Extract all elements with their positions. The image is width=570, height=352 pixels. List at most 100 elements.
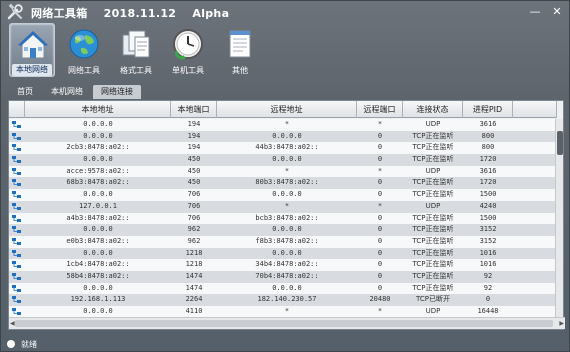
cell-pid: 1016 — [479, 260, 497, 269]
tab-network-connections[interactable]: 网络连接 — [93, 85, 141, 99]
toolbar-other-button[interactable]: 其他 — [217, 23, 263, 77]
table-row[interactable]: a4b3:8478:a02:: 706 bcb3:8478:a02:: 0 TCP正在监… — [9, 212, 557, 225]
table-row[interactable]: 58b4:8478:a02:: 1474 70b4:8478:a02:: 0 TCP正在… — [9, 270, 557, 283]
cell-local-port: 194 — [187, 143, 201, 152]
table-row[interactable]: 0.0.0.0 1218 0.0.0.0 0 TCP正在监听 1016 — [9, 247, 557, 260]
tab-home[interactable]: 首页 — [9, 85, 41, 99]
column-header-state[interactable]: 连接状态 — [403, 101, 463, 118]
cell-remote-address: 0.0.0.0 — [272, 155, 302, 164]
horizontal-scrollbar[interactable]: ◀ ▶ — [9, 317, 565, 329]
minimize-button[interactable]: — — [527, 4, 543, 18]
cell-local-port: 962 — [187, 225, 201, 234]
cell-empty — [513, 131, 557, 143]
cell-state: TCP正在监听 — [412, 225, 454, 234]
toolbar-standalone-tools-button[interactable]: 单机工具 — [165, 23, 211, 77]
cell-remote-port: 0 — [377, 225, 383, 234]
cell-remote-port: 0 — [377, 248, 383, 257]
cell-local-port: 706 — [187, 213, 201, 222]
cell-state: TCP正在监听 — [412, 143, 454, 152]
table-row[interactable]: 68b3:8478:a02:: 450 80b3:8478:a02:: 0 TCP正在监… — [9, 177, 557, 190]
cell-remote-address: 70b4:8478:a02:: — [255, 271, 319, 280]
table-row[interactable]: 0.0.0.0 962 0.0.0.0 0 TCP正在监听 3152 — [9, 224, 557, 236]
table-row[interactable]: 1cb4:8478:a02:: 1218 34b4:8478:a02:: 0 TCP正在… — [9, 259, 557, 271]
row-cell-icon — [9, 259, 25, 271]
vertical-scroll-thumb[interactable] — [557, 131, 563, 155]
table-row[interactable]: 0.0.0.0 706 0.0.0.0 0 TCP正在监听 1500 — [9, 189, 557, 201]
cell-local-port: 962 — [187, 236, 201, 245]
toolbar-local-network-button[interactable]: 本地网络 — [9, 23, 55, 77]
column-header-local-port[interactable]: 本地端口 — [171, 101, 217, 118]
network-connection-icon — [12, 308, 21, 315]
table-row[interactable]: 192.168.1.113 2264 182.140.230.57 20480 TCP已… — [9, 294, 557, 306]
column-header-local-address[interactable]: 本地地址 — [25, 101, 171, 118]
cell-local-port: 4110 — [185, 307, 203, 315]
cell-empty — [513, 224, 557, 236]
table-row[interactable]: e0b3:8478:a02:: 962 f8b3:8478:a02:: 0 TCP正在监… — [9, 235, 557, 248]
row-cell-icon — [9, 236, 25, 248]
cell-state: TCP正在监听 — [412, 283, 454, 292]
cell-remote-port: * — [377, 307, 383, 315]
cell-local-port: 194 — [187, 131, 201, 140]
cell-local-address: 0.0.0.0 — [83, 283, 113, 292]
cell-empty — [513, 248, 557, 260]
toolbar-label: 网络工具 — [68, 66, 100, 75]
cell-remote-address: * — [284, 120, 290, 128]
tab-bar: 首页 本机网络 网络连接 — [9, 85, 143, 99]
cell-state: TCP正在监听 — [412, 131, 454, 140]
table-row[interactable]: 0.0.0.0 194 0.0.0.0 0 TCP正在监听 800 — [9, 130, 557, 143]
cell-remote-port: * — [377, 120, 383, 128]
tab-local-network[interactable]: 本机网络 — [43, 85, 91, 99]
cell-remote-address: 80b3:8478:a02:: — [255, 178, 319, 187]
network-connection-icon — [12, 132, 21, 140]
cell-local-address: 0.0.0.0 — [83, 248, 113, 257]
table-row[interactable]: 0.0.0.0 4110 * * UDP 16448 — [9, 306, 557, 317]
cell-local-address: e0b3:8478:a02:: — [66, 236, 130, 245]
horizontal-scroll-thumb[interactable] — [15, 320, 553, 327]
network-connection-icon — [12, 296, 21, 304]
row-cell-icon — [9, 131, 25, 143]
scroll-right-icon[interactable]: ▶ — [559, 320, 564, 327]
network-connection-icon — [12, 226, 21, 234]
cell-remote-address: bcb3:8478:a02:: — [255, 213, 319, 222]
window-title: 网络工具箱 2018.11.12 Alpha — [31, 5, 241, 21]
column-header-icon[interactable] — [9, 101, 25, 118]
cell-pid: 4240 — [479, 201, 497, 210]
table-row[interactable]: 0.0.0.0 194 * * UDP 3616 — [9, 119, 557, 131]
cell-remote-port: 20480 — [369, 295, 391, 304]
cell-local-address: acce:9578:a02:: — [66, 166, 130, 175]
cell-remote-port: 0 — [377, 143, 383, 152]
toolbar-label: 其他 — [232, 66, 248, 75]
column-header-pid[interactable]: 进程PID — [463, 101, 513, 118]
table-row[interactable]: 127.0.0.1 706 * * UDP 4240 — [9, 200, 557, 213]
cell-remote-port: 0 — [377, 178, 383, 187]
cell-state: UDP — [425, 120, 441, 128]
cell-pid: 1720 — [479, 178, 497, 187]
cell-remote-port: 0 — [377, 236, 383, 245]
main-toolbar: 本地网络 网络工具 格式工具 单机工具 其他 — [9, 23, 263, 79]
cell-pid: 800 — [481, 143, 495, 152]
cell-remote-address: 0.0.0.0 — [272, 131, 302, 140]
cell-state: TCP正在监听 — [412, 213, 454, 222]
cell-empty — [513, 294, 557, 306]
cell-local-address: 58b4:8478:a02:: — [66, 271, 130, 280]
row-cell-icon — [9, 271, 25, 283]
close-button[interactable]: ✕ — [549, 4, 565, 18]
table-row[interactable]: 0.0.0.0 450 0.0.0.0 0 TCP正在监听 1720 — [9, 154, 557, 166]
table-row[interactable]: 2cb3:8478:a02:: 194 44b3:8478:a02:: 0 TCP正在监… — [9, 142, 557, 155]
network-connection-icon — [12, 179, 21, 187]
globe-icon — [69, 29, 99, 59]
column-header-remote-address[interactable]: 远程地址 — [217, 101, 357, 118]
table-row[interactable]: acce:9578:a02:: 450 * * UDP 3616 — [9, 165, 557, 178]
cell-state: UDP — [425, 166, 441, 175]
status-bar: 就绪 — [1, 337, 569, 351]
status-dot-icon — [7, 340, 15, 348]
toolbar-network-tools-button[interactable]: 网络工具 — [61, 23, 107, 77]
vertical-scrollbar[interactable] — [555, 119, 563, 317]
table-row[interactable]: 0.0.0.0 1474 0.0.0.0 0 TCP正在监听 92 — [9, 282, 557, 295]
scroll-left-icon[interactable]: ◀ — [10, 320, 15, 327]
cell-empty — [513, 154, 557, 166]
toolbar-label: 单机工具 — [172, 66, 204, 75]
cell-local-port: 450 — [187, 155, 201, 164]
toolbar-format-tools-button[interactable]: 格式工具 — [113, 23, 159, 77]
column-header-remote-port[interactable]: 远程端口 — [357, 101, 403, 118]
